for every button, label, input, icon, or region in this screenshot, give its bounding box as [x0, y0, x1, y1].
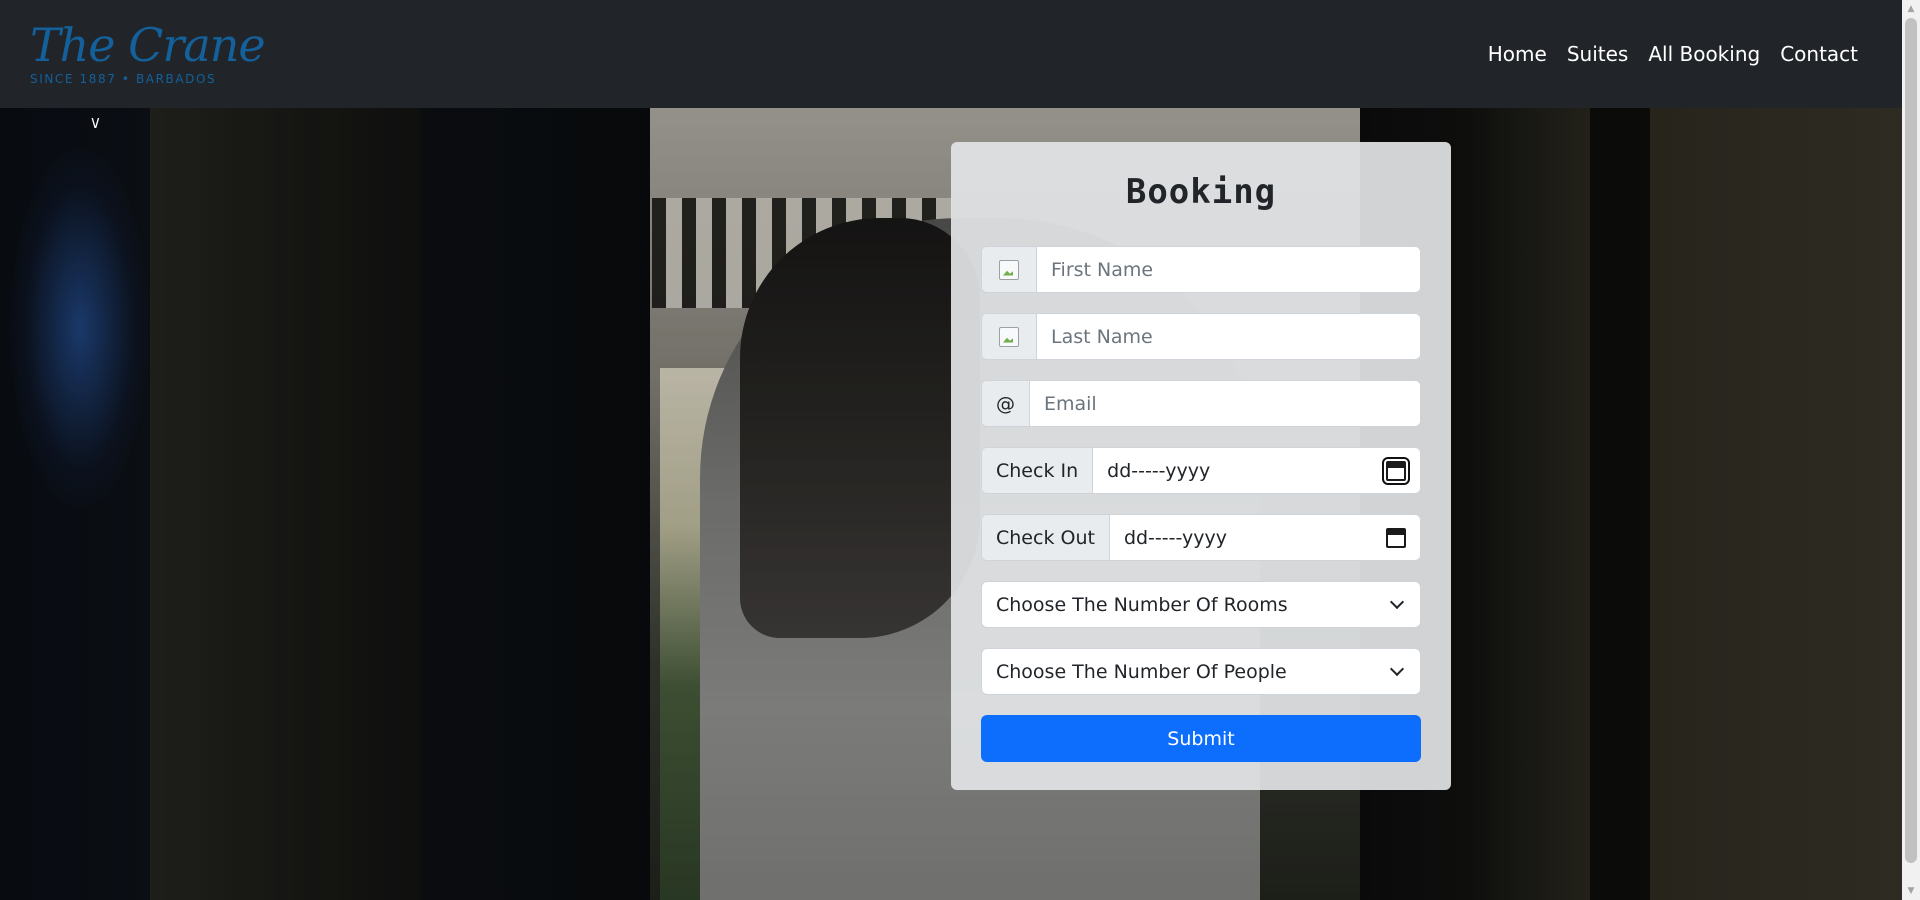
nav-link-contact[interactable]: Contact — [1780, 42, 1858, 66]
people-select[interactable]: Choose The Number Of People — [981, 648, 1421, 695]
broken-image-icon — [999, 326, 1019, 347]
booking-title: Booking — [1125, 172, 1277, 212]
nav-link-suites[interactable]: Suites — [1567, 42, 1629, 66]
check-out-date-value: dd-----yyyy — [1123, 526, 1227, 549]
brand-name: The Crane — [30, 18, 266, 72]
scene-mark: v — [91, 112, 100, 133]
scroll-up-arrow-icon[interactable]: ▲ — [1902, 0, 1920, 18]
email-group: @ — [981, 380, 1421, 427]
booking-card: Booking @ Check In dd-----yyyy Check Out… — [951, 142, 1451, 790]
scroll-down-arrow-icon[interactable]: ▼ — [1902, 882, 1920, 900]
brand-logo[interactable]: The Crane SINCE 1887 • BARBADOS — [30, 18, 266, 86]
rooms-select[interactable]: Choose The Number Of Rooms — [981, 581, 1421, 628]
check-in-label: Check In — [982, 448, 1094, 493]
email-input[interactable] — [1030, 381, 1420, 426]
check-in-group: Check In dd-----yyyy — [981, 447, 1421, 494]
page-scrollbar[interactable]: ▲ ▼ — [1902, 0, 1920, 900]
calendar-icon[interactable] — [1386, 527, 1406, 548]
check-out-date-input[interactable]: dd-----yyyy — [1109, 515, 1420, 560]
check-out-label: Check Out — [982, 515, 1110, 560]
check-in-date-value: dd-----yyyy — [1107, 459, 1211, 482]
broken-image-icon — [999, 259, 1019, 280]
chevron-down-icon — [1389, 661, 1405, 677]
calendar-icon[interactable] — [1382, 456, 1410, 485]
scrollbar-thumb[interactable] — [1905, 18, 1917, 863]
last-name-group — [981, 313, 1421, 360]
user-icon-addon — [982, 247, 1037, 292]
first-name-input[interactable] — [1037, 247, 1420, 292]
rooms-select-value: Choose The Number Of Rooms — [996, 593, 1288, 616]
at-sign-addon: @ — [982, 381, 1030, 426]
people-select-value: Choose The Number Of People — [996, 660, 1287, 683]
nav-link-home[interactable]: Home — [1488, 42, 1547, 66]
first-name-group — [981, 246, 1421, 293]
check-in-date-input[interactable]: dd-----yyyy — [1093, 448, 1420, 493]
chevron-down-icon — [1389, 594, 1405, 610]
navbar: The Crane SINCE 1887 • BARBADOS Home Sui… — [0, 0, 1902, 108]
submit-button[interactable]: Submit — [981, 715, 1421, 762]
nav-link-all-booking[interactable]: All Booking — [1648, 42, 1760, 66]
brand-tagline: SINCE 1887 • BARBADOS — [30, 72, 217, 86]
check-out-group: Check Out dd-----yyyy — [981, 514, 1421, 561]
user-icon-addon — [982, 314, 1037, 359]
nav-links: Home Suites All Booking Contact — [1488, 42, 1858, 66]
last-name-input[interactable] — [1037, 314, 1420, 359]
